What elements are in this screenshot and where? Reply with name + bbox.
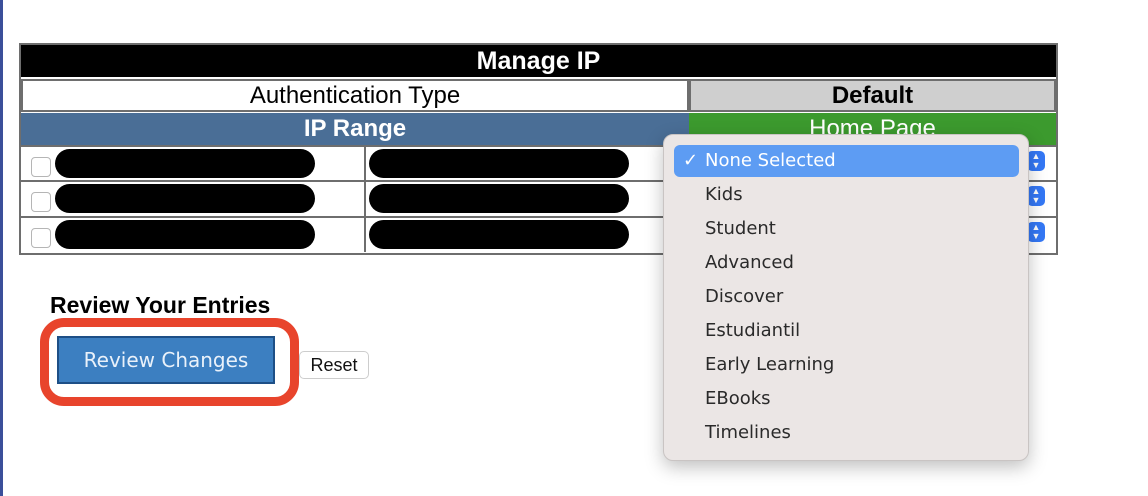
option-label: Kids (705, 184, 743, 205)
review-changes-button[interactable]: Review Changes (57, 336, 275, 384)
option-label: Student (705, 218, 776, 239)
dropdown-option-discover[interactable]: Discover (674, 281, 1019, 313)
option-label: Advanced (705, 252, 794, 273)
option-label: Estudiantil (705, 320, 801, 341)
option-label: None Selected (705, 150, 836, 171)
cell-divider (364, 181, 366, 216)
option-label: Discover (705, 286, 784, 307)
checkmark-icon: ✓ (683, 150, 699, 171)
dropdown-option-kids[interactable]: Kids (674, 179, 1019, 211)
row-checkbox[interactable] (31, 157, 51, 177)
redacted-ip-start (55, 184, 315, 213)
review-heading: Review Your Entries (50, 292, 271, 318)
dropdown-option-timelines[interactable]: Timelines (674, 417, 1019, 449)
cell-divider (364, 217, 366, 252)
ip-range-header: IP Range (21, 113, 689, 145)
dropdown-option-estudiantil[interactable]: Estudiantil (674, 315, 1019, 347)
table-title: Manage IP (21, 45, 1056, 77)
stepper-arrows-icon[interactable]: ▲ ▼ (1027, 151, 1045, 171)
cell-divider (364, 146, 366, 181)
row-checkbox[interactable] (31, 192, 51, 212)
dropdown-option-none-selected[interactable]: ✓ None Selected (674, 145, 1019, 177)
stepper-arrows-icon[interactable]: ▲ ▼ (1027, 222, 1045, 242)
option-label: Early Learning (705, 354, 835, 375)
dropdown-option-early-learning[interactable]: Early Learning (674, 349, 1019, 381)
dropdown-option-student[interactable]: Student (674, 213, 1019, 245)
redacted-ip-start (55, 220, 315, 249)
home-page-dropdown-menu: ✓ None Selected Kids Student Advanced Di… (663, 134, 1029, 461)
row-checkbox[interactable] (31, 228, 51, 248)
redacted-ip-end (369, 149, 629, 178)
option-label: EBooks (705, 388, 771, 409)
page-left-border (0, 0, 3, 496)
dropdown-option-advanced[interactable]: Advanced (674, 247, 1019, 279)
default-label: Default (689, 79, 1056, 112)
auth-type-label: Authentication Type (21, 79, 689, 112)
reset-button[interactable]: Reset (299, 351, 369, 379)
dropdown-option-ebooks[interactable]: EBooks (674, 383, 1019, 415)
auth-type-row: Authentication Type Default (21, 79, 1056, 112)
redacted-ip-start (55, 149, 315, 178)
option-label: Timelines (705, 422, 791, 443)
redacted-ip-end (369, 184, 629, 213)
stepper-arrows-icon[interactable]: ▲ ▼ (1027, 186, 1045, 206)
redacted-ip-end (369, 220, 629, 249)
